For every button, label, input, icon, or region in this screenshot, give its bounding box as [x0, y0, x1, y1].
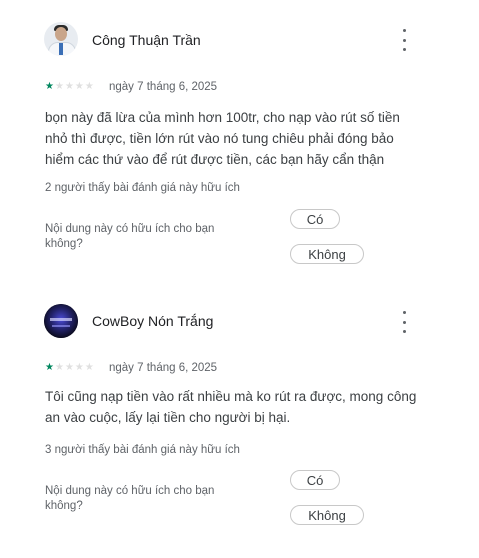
- helpful-no-button[interactable]: Không: [290, 505, 364, 525]
- star-icon: ★: [84, 362, 94, 373]
- more-options-icon[interactable]: [397, 311, 411, 333]
- star-icon: ★: [54, 81, 64, 92]
- helpful-yes-button[interactable]: Có: [290, 470, 340, 490]
- star-icon: ★: [74, 362, 84, 373]
- reviewer-name: Công Thuận Trần: [92, 32, 201, 48]
- star-rating: ★ ★ ★ ★ ★: [45, 363, 94, 373]
- helpful-count: 2 người thấy bài đánh giá này hữu ích: [45, 182, 240, 194]
- helpful-yes-button[interactable]: Có: [290, 209, 340, 229]
- review-text: bọn này đã lừa của mình hơn 100tr, cho n…: [45, 110, 400, 167]
- review-date: ngày 7 tháng 6, 2025: [109, 81, 218, 93]
- avatar: [44, 304, 78, 338]
- avatar: [44, 22, 78, 56]
- star-icon: ★: [45, 362, 54, 373]
- reviewer-name: CowBoy Nón Trắng: [92, 313, 214, 329]
- star-icon: ★: [64, 362, 74, 373]
- star-icon: ★: [45, 81, 54, 92]
- review-text: Tôi cũng nạp tiền vào rất nhiều mà ko rú…: [45, 389, 417, 425]
- star-icon: ★: [74, 81, 84, 92]
- review-date: ngày 7 tháng 6, 2025: [109, 362, 218, 374]
- star-icon: ★: [54, 362, 64, 373]
- star-icon: ★: [84, 81, 94, 92]
- star-rating: ★ ★ ★ ★ ★: [45, 82, 94, 92]
- helpful-no-button[interactable]: Không: [290, 244, 364, 264]
- helpful-question: Nội dung này có hữu ích cho bạn không?: [45, 223, 215, 250]
- helpful-count: 3 người thấy bài đánh giá này hữu ích: [45, 444, 240, 456]
- more-options-icon[interactable]: [397, 29, 411, 51]
- star-icon: ★: [64, 81, 74, 92]
- helpful-question: Nội dung này có hữu ích cho bạn không?: [45, 485, 215, 512]
